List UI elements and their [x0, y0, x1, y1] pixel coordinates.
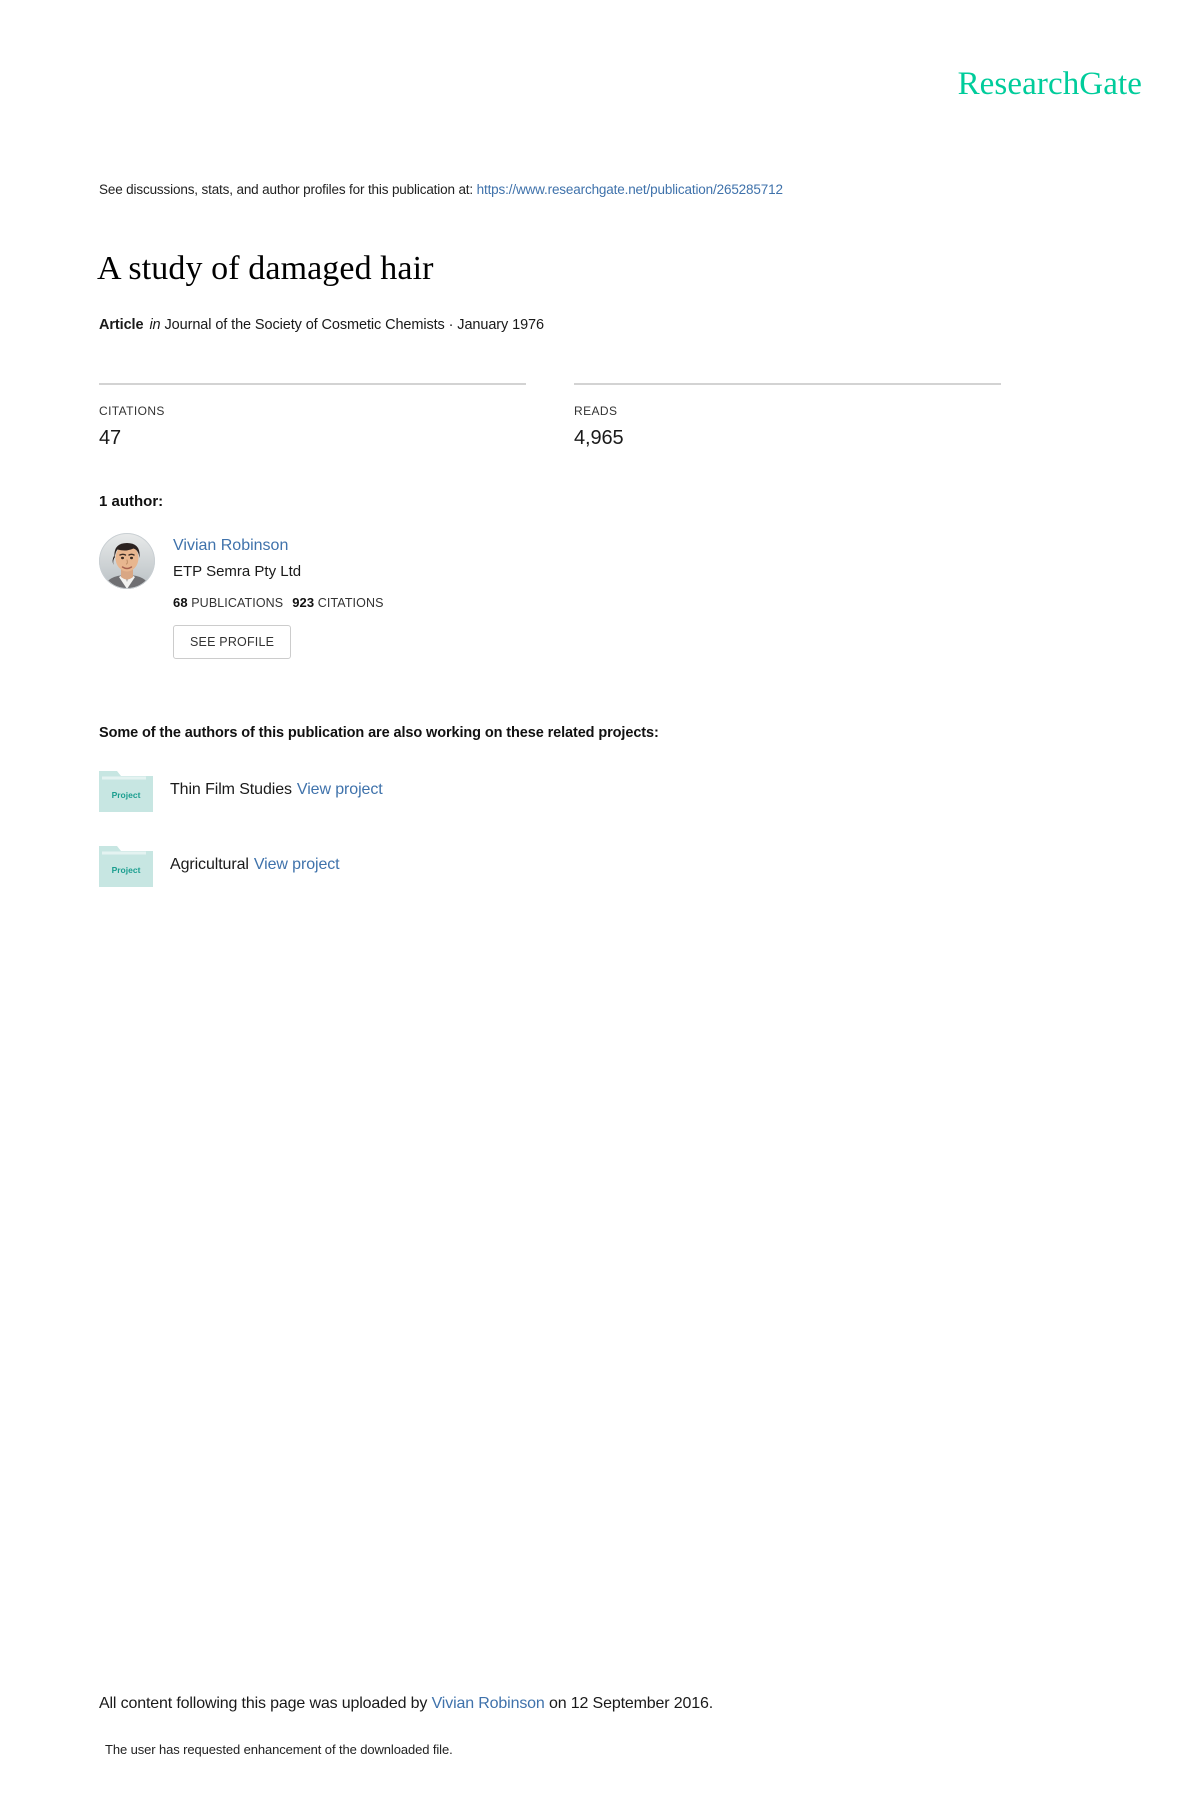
citations-label: CITATIONS	[317, 596, 384, 611]
authors-heading: 1 author:	[99, 493, 164, 510]
discussions-text: See discussions, stats, and author profi…	[99, 182, 477, 197]
author-info: Vivian Robinson ETP Semra Pty Ltd 68 PUB…	[173, 533, 384, 660]
project-text: Thin Film Studies View project	[170, 781, 383, 799]
see-profile-button[interactable]: SEE PROFILE	[173, 625, 292, 660]
stat-divider	[99, 383, 526, 385]
project-row: Project Agricultural View project	[99, 843, 340, 887]
researchgate-logo[interactable]: ResearchGate	[958, 68, 1142, 101]
publication-cover-page: ResearchGate See discussions, stats, and…	[0, 0, 1200, 1807]
author-name-link[interactable]: Vivian Robinson	[173, 536, 384, 555]
discussions-line: See discussions, stats, and author profi…	[99, 182, 783, 197]
author-metrics: 68 PUBLICATIONS 923 CITATIONS	[173, 595, 384, 610]
stat-citations: CITATIONS 47	[99, 383, 526, 450]
upload-suffix: on 12 September 2016.	[544, 1695, 714, 1712]
stat-reads: READS 4,965	[574, 383, 1001, 450]
article-meta: Article in Journal of the Society of Cosme…	[99, 317, 544, 333]
enhancement-note: The user has requested enhancement of th…	[105, 1742, 453, 1757]
publication-url-link[interactable]: https://www.researchgate.net/publication…	[477, 182, 783, 197]
avatar[interactable]	[99, 533, 155, 589]
project-text: Agricultural View project	[170, 856, 340, 874]
stats-row: CITATIONS 47 READS 4,965	[99, 383, 1049, 450]
uploader-link[interactable]: Vivian Robinson	[432, 1695, 545, 1712]
article-type-label: Article	[99, 317, 144, 333]
stat-caption: READS	[574, 404, 618, 418]
stat-value: 4,965	[574, 427, 624, 449]
publications-count: 68	[173, 595, 188, 611]
author-affiliation: ETP Semra Pty Ltd	[173, 563, 302, 581]
related-projects-heading: Some of the authors of this publication …	[99, 725, 659, 741]
article-in-word: in	[149, 317, 161, 333]
upload-notice: All content following this page was uplo…	[99, 1695, 713, 1713]
author-entry: Vivian Robinson ETP Semra Pty Ltd 68 PUB…	[99, 533, 384, 660]
project-name: Agricultural	[170, 856, 249, 873]
upload-prefix: All content following this page was uplo…	[99, 1695, 432, 1712]
article-source: Journal of the Society of Cosmetic Chemi…	[164, 317, 545, 333]
publications-label: PUBLICATIONS	[191, 596, 284, 611]
stat-divider	[574, 383, 1001, 385]
svg-text:Project: Project	[112, 790, 141, 800]
citations-count: 923	[292, 595, 315, 611]
project-folder-icon: Project	[99, 768, 153, 812]
project-row: Project Thin Film Studies View project	[99, 768, 383, 812]
stat-caption: CITATIONS	[99, 404, 165, 418]
stat-value: 47	[99, 427, 122, 449]
view-project-link[interactable]: View project	[297, 781, 383, 798]
svg-text:Project: Project	[112, 865, 141, 875]
project-name: Thin Film Studies	[170, 781, 292, 798]
page-title: A study of damaged hair	[97, 249, 434, 287]
project-folder-icon: Project	[99, 843, 153, 887]
view-project-link[interactable]: View project	[254, 856, 340, 873]
